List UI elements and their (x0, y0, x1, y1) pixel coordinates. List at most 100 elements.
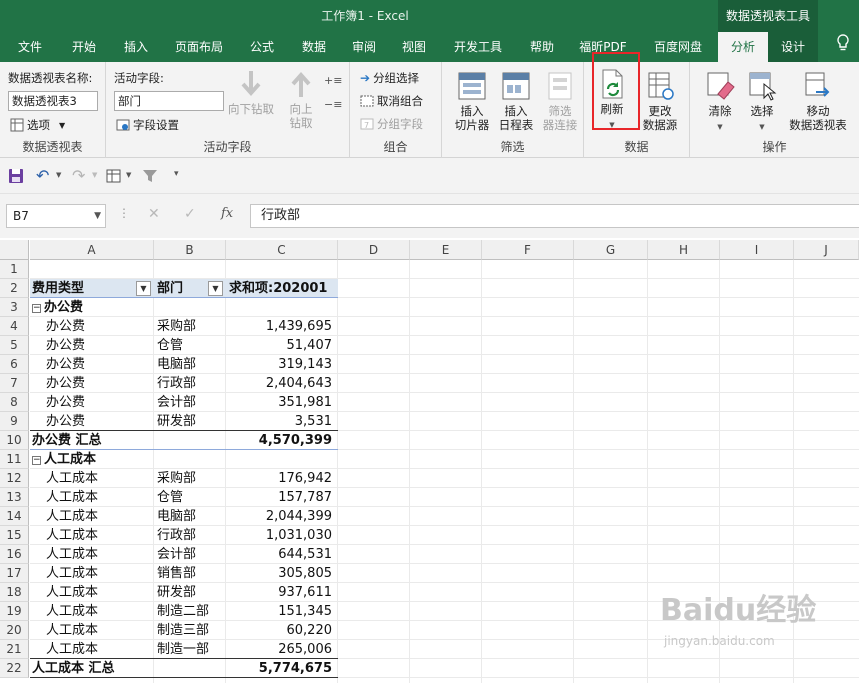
chevron-down-icon[interactable]: ▼ (126, 171, 131, 179)
change-data-source-button[interactable]: 更改 数据源 (634, 70, 686, 132)
expense-type-filter-button[interactable]: ▼ (136, 281, 151, 296)
pivot-item-department[interactable]: 电脑部 (157, 355, 225, 374)
pivot-item-expense-type[interactable]: 人工成本 (46, 640, 152, 659)
row-header-5[interactable]: 5 (0, 336, 29, 355)
collapse-icon[interactable]: − (32, 304, 41, 313)
department-filter-button[interactable]: ▼ (208, 281, 223, 296)
move-pivottable-button[interactable]: 移动 数据透视表 (784, 70, 852, 132)
pivot-item-expense-type[interactable]: 人工成本 (46, 564, 152, 583)
pivot-item-value[interactable]: 2,404,643 (229, 374, 338, 393)
insert-slicer-button[interactable]: 插入 切片器 (450, 70, 494, 132)
column-header-H[interactable]: H (648, 240, 720, 260)
column-header-I[interactable]: I (720, 240, 794, 260)
pivot-header-sum-value[interactable]: 求和项:202001 (229, 279, 338, 298)
row-header-11[interactable]: 11 (0, 450, 29, 469)
table-format-icon[interactable] (106, 168, 122, 187)
pivot-subtotal-label[interactable]: 人工成本 汇总 (32, 659, 152, 678)
pivot-subtotal-label[interactable]: 办公费 汇总 (32, 431, 152, 450)
pivot-item-expense-type[interactable]: 人工成本 (46, 583, 152, 602)
row-header-19[interactable]: 19 (0, 602, 29, 621)
pivot-item-value[interactable]: 351,981 (229, 393, 338, 412)
group-field-button[interactable]: 7 分组字段 (360, 116, 423, 132)
tab-help[interactable]: 帮助 (520, 32, 564, 62)
customize-qat-icon[interactable]: ▾ (174, 169, 179, 179)
pivot-item-department[interactable]: 制造一部 (157, 640, 225, 659)
row-header-8[interactable]: 8 (0, 393, 29, 412)
cancel-icon[interactable]: ✕ (148, 206, 160, 222)
pivot-item-expense-type[interactable]: 人工成本 (46, 545, 152, 564)
pivot-item-value[interactable]: 3,531 (229, 412, 338, 431)
lightbulb-icon[interactable] (830, 32, 856, 62)
pivot-header-expense-type[interactable]: 费用类型 (32, 279, 152, 298)
row-header-12[interactable]: 12 (0, 469, 29, 488)
pivot-item-expense-type[interactable]: 人工成本 (46, 602, 152, 621)
tab-review[interactable]: 审阅 (342, 32, 386, 62)
select-button[interactable]: 选择 ▼ (742, 70, 782, 134)
row-header-6[interactable]: 6 (0, 355, 29, 374)
column-header-F[interactable]: F (482, 240, 574, 260)
pivot-item-department[interactable]: 会计部 (157, 545, 225, 564)
redo-icon[interactable]: ↷ (72, 166, 85, 185)
pivot-item-expense-type[interactable]: 办公费 (46, 336, 152, 355)
formula-input[interactable]: 行政部 (250, 204, 859, 228)
drill-up-button[interactable]: 向上钻取 (278, 68, 324, 130)
pivot-item-value[interactable]: 151,345 (229, 602, 338, 621)
tab-home[interactable]: 开始 (62, 32, 106, 62)
pivot-item-expense-type[interactable]: 人工成本 (46, 488, 152, 507)
row-header-3[interactable]: 3 (0, 298, 29, 317)
name-box[interactable]: B7 ▼ (6, 204, 106, 228)
column-header-E[interactable]: E (410, 240, 482, 260)
pivot-item-value[interactable]: 1,031,030 (229, 526, 338, 545)
pivot-item-value[interactable]: 60,220 (229, 621, 338, 640)
tab-data[interactable]: 数据 (292, 32, 336, 62)
row-header-21[interactable]: 21 (0, 640, 29, 659)
row-header-1[interactable]: 1 (0, 260, 29, 279)
pivot-item-expense-type[interactable]: 办公费 (46, 393, 152, 412)
row-header-18[interactable]: 18 (0, 583, 29, 602)
options-button[interactable]: 选项 ▼ (10, 117, 65, 133)
row-header-9[interactable]: 9 (0, 412, 29, 431)
pivot-item-value[interactable]: 644,531 (229, 545, 338, 564)
undo-icon[interactable]: ↶ (36, 166, 49, 185)
pivot-item-expense-type[interactable]: 办公费 (46, 317, 152, 336)
row-header-2[interactable]: 2 (0, 279, 29, 298)
pivot-item-department[interactable]: 研发部 (157, 412, 225, 431)
save-icon[interactable] (8, 168, 24, 187)
pivot-item-expense-type[interactable]: 人工成本 (46, 621, 152, 640)
filter-connections-button[interactable]: 筛选 器连接 (538, 70, 582, 132)
pivot-item-department[interactable]: 采购部 (157, 317, 225, 336)
row-header-7[interactable]: 7 (0, 374, 29, 393)
column-header-J[interactable]: J (794, 240, 859, 260)
pivot-item-value[interactable]: 1,439,695 (229, 317, 338, 336)
tab-file[interactable]: 文件 (8, 32, 52, 62)
pivot-item-department[interactable]: 电脑部 (157, 507, 225, 526)
tab-design[interactable]: 设计 (768, 32, 818, 62)
ungroup-button[interactable]: 取消组合 (360, 93, 423, 109)
row-header-10[interactable]: 10 (0, 431, 29, 450)
chevron-down-icon[interactable]: ▼ (92, 171, 97, 179)
pivottable-name-input[interactable]: 数据透视表3 (8, 91, 98, 111)
pivot-item-department[interactable]: 制造三部 (157, 621, 225, 640)
pivot-item-department[interactable]: 研发部 (157, 583, 225, 602)
collapse-field-icon[interactable]: −≡ (324, 98, 342, 111)
collapse-icon[interactable]: − (32, 456, 41, 465)
pivot-item-value[interactable]: 319,143 (229, 355, 338, 374)
pivot-item-expense-type[interactable]: 办公费 (46, 412, 152, 431)
pivot-item-value[interactable]: 305,805 (229, 564, 338, 583)
pivot-subtotal-value[interactable]: 4,570,399 (229, 431, 338, 450)
row-header-16[interactable]: 16 (0, 545, 29, 564)
pivot-item-department[interactable]: 行政部 (157, 374, 225, 393)
pivot-item-value[interactable]: 157,787 (229, 488, 338, 507)
row-header-13[interactable]: 13 (0, 488, 29, 507)
insert-timeline-button[interactable]: 插入 日程表 (494, 70, 538, 132)
pivot-item-expense-type[interactable]: 办公费 (46, 374, 152, 393)
chevron-down-icon[interactable]: ▼ (56, 171, 61, 179)
expand-field-icon[interactable]: +≡ (324, 74, 342, 87)
column-header-G[interactable]: G (574, 240, 648, 260)
tab-insert[interactable]: 插入 (114, 32, 158, 62)
clear-button[interactable]: 清除 ▼ (700, 70, 740, 134)
active-field-input[interactable]: 部门 (114, 91, 224, 111)
pivot-item-department[interactable]: 销售部 (157, 564, 225, 583)
group-selection-button[interactable]: ➔ 分组选择 (360, 70, 419, 86)
row-header-17[interactable]: 17 (0, 564, 29, 583)
